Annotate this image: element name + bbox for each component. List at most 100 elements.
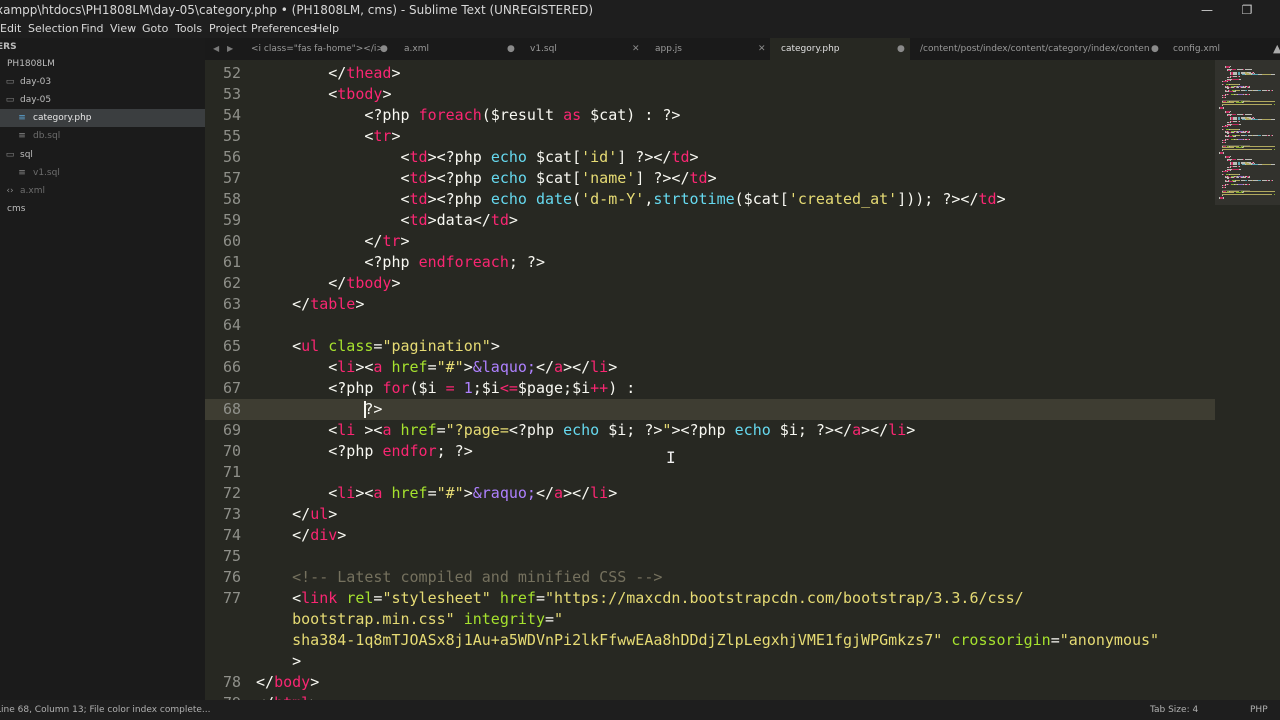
code-line[interactable]: bootstrap.min.css" integrity="	[256, 609, 563, 630]
code-line[interactable]: </body>	[256, 672, 319, 693]
sidebar-item-day-05[interactable]: ▭ day-05	[0, 91, 205, 109]
code-line[interactable]: </html>	[256, 693, 319, 700]
tab-a-xml[interactable]: a.xml ●	[395, 38, 520, 60]
code-token: foreach	[418, 106, 482, 124]
sidebar-item-day-03[interactable]: ▭ day-03	[0, 73, 205, 91]
code-token: >	[463, 358, 473, 376]
code-line[interactable]: <tr>	[256, 126, 400, 147]
code-line[interactable]: <?php endforeach; ?>	[256, 252, 545, 273]
menu-find[interactable]: Find	[81, 20, 104, 38]
code-token: body	[274, 673, 311, 691]
code-token: (	[572, 190, 582, 208]
sidebar-item-a-xml[interactable]: ‹› a.xml	[0, 182, 205, 200]
code-token: </	[256, 673, 275, 691]
tab-content-path[interactable]: /content/post/index/content/category/ind…	[910, 38, 1160, 60]
code-line[interactable]: <td>data</td>	[256, 210, 518, 231]
code-line[interactable]: <tbody>	[256, 84, 391, 105]
close-icon[interactable]: ✕	[632, 38, 640, 60]
code-line[interactable]: <?php for($i = 1;$i<=$page;$i++) :	[256, 378, 635, 399]
code-line[interactable]: </ul>	[256, 504, 337, 525]
sidebar-item-cms[interactable]: cms	[0, 200, 205, 218]
code-token: >	[508, 211, 518, 229]
code-line[interactable]: <li ><a href="?page=<?php echo $i; ?>"><…	[256, 420, 915, 441]
menu-tools[interactable]: Tools	[175, 20, 202, 38]
unsaved-dot-icon[interactable]: ●	[1151, 38, 1159, 60]
menu-view[interactable]: View	[110, 20, 136, 38]
sidebar-item-label: PH1808LM	[7, 59, 55, 69]
menu-goto[interactable]: Goto	[142, 20, 168, 38]
code-line[interactable]: <li><a href="#">&raquo;</a></li>	[256, 483, 617, 504]
code-token: "?page=	[445, 421, 509, 439]
code-token: <=	[499, 379, 518, 397]
code-line[interactable]: </table>	[256, 294, 364, 315]
code-line[interactable]: sha384-1q8mTJOASx8j1Au+a5WDVnPi2lkFfwwEA…	[256, 630, 1159, 651]
code-line[interactable]: <ul class="pagination">	[256, 336, 500, 357]
code-token: href	[400, 421, 437, 439]
code-token: td	[689, 169, 708, 187]
minimap-line	[1233, 91, 1236, 93]
folder-open-icon: ▭	[5, 95, 15, 105]
sidebar-item-db-sql[interactable]: ≡ db.sql	[0, 127, 205, 145]
tab-scroll-left-icon[interactable]: ◀	[213, 38, 219, 60]
minimap[interactable]	[1215, 60, 1280, 700]
unsaved-dot-icon[interactable]: ●	[380, 38, 388, 60]
minimap-line	[1258, 179, 1262, 181]
tab-fa-home[interactable]: <i class="fas fa-home"></i> ●	[243, 38, 395, 60]
code-line[interactable]: <link rel="stylesheet" href="https://max…	[256, 588, 1024, 609]
code-line[interactable]: <!-- Latest compiled and minified CSS --…	[256, 567, 662, 588]
code-line[interactable]: </tr>	[256, 231, 409, 252]
menu-preferences[interactable]: Preferences	[251, 20, 316, 38]
code-token: ($result	[481, 106, 564, 124]
code-line[interactable]: <?php endfor; ?>	[256, 441, 473, 462]
code-token: <	[256, 148, 410, 166]
code-editor[interactable]: 52 53 54 55 56 57 58 59 60 61 62 63 64 65 66 67 68 69 70 71…	[205, 60, 1280, 700]
sidebar-item-category-php[interactable]: ≡ category.php	[0, 109, 205, 127]
syntax-indicator[interactable]: PHP	[1250, 700, 1268, 720]
code-token: <	[256, 127, 374, 145]
tab-config-xml[interactable]: config.xml	[1160, 38, 1270, 60]
line-number: 57	[222, 169, 241, 187]
code-line[interactable]: >	[256, 651, 301, 672]
line-number: 67	[222, 379, 241, 397]
tab-v1-sql[interactable]: v1.sql ✕	[520, 38, 645, 60]
minimap-line	[1271, 134, 1273, 136]
code-token: href	[391, 484, 428, 502]
code-token: $page;$i	[517, 379, 591, 397]
code-token: endforeach	[418, 253, 509, 271]
code-token: <	[256, 358, 338, 376]
sidebar-item-label: category.php	[33, 113, 92, 123]
minimap-line	[1233, 87, 1235, 88]
line-number: 63	[222, 295, 241, 313]
close-icon[interactable]: ✕	[758, 38, 766, 60]
tab-category-php[interactable]: category.php ●	[770, 38, 910, 60]
menu-help[interactable]: Help	[314, 20, 339, 38]
code-token: href	[499, 589, 536, 607]
code-line[interactable]: <td><?php echo date('d-m-Y',strtotime($c…	[256, 189, 1005, 210]
minimap-line	[1273, 148, 1275, 150]
tab-size-indicator[interactable]: Tab Size: 4	[1150, 700, 1198, 720]
menu-selection[interactable]: Selection	[28, 20, 79, 38]
code-line[interactable]: </thead>	[256, 63, 400, 84]
unsaved-dot-icon[interactable]: ●	[507, 38, 515, 60]
minimap-line	[1225, 141, 1227, 143]
restore-button[interactable]: ❐	[1227, 0, 1267, 20]
tab-overflow-icon[interactable]: ▲	[1273, 38, 1280, 60]
sidebar-item-ph1808lm[interactable]: PH1808LM	[0, 55, 205, 73]
tab-scroll-right-icon[interactable]: ▶	[227, 38, 233, 60]
minimize-button[interactable]: —	[1187, 0, 1227, 20]
code-line[interactable]: <td><?php echo $cat['name'] ?></td>	[256, 168, 716, 189]
sidebar-item-v1-sql[interactable]: ≡ v1.sql	[0, 164, 205, 182]
menu-project[interactable]: Project	[209, 20, 247, 38]
menu-edit[interactable]: Edit	[0, 20, 21, 38]
unsaved-dot-icon[interactable]: ●	[897, 38, 905, 60]
code-line[interactable]: </div>	[256, 525, 346, 546]
sidebar-item-sql[interactable]: ▭ sql	[0, 146, 205, 164]
code-line[interactable]: <td><?php echo $cat['id'] ?></td>	[256, 147, 698, 168]
tab-app-js[interactable]: app.js ✕	[645, 38, 770, 60]
line-number: 79	[205, 693, 241, 700]
code-line[interactable]: </tbody>	[256, 273, 400, 294]
code-line[interactable]: <?php foreach($result as $cat) : ?>	[256, 105, 680, 126]
minimap-line	[1248, 139, 1250, 140]
line-number: 64	[222, 316, 241, 334]
code-line[interactable]: <li><a href="#">&laquo;</a></li>	[256, 357, 617, 378]
